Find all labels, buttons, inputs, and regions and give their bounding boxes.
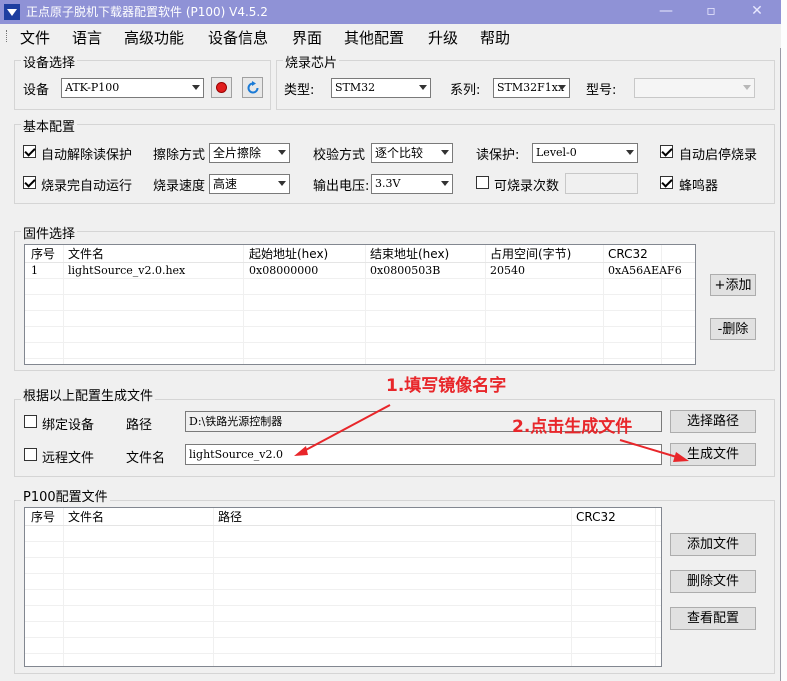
background-strip bbox=[781, 0, 787, 681]
annotation-arrows bbox=[294, 404, 689, 462]
